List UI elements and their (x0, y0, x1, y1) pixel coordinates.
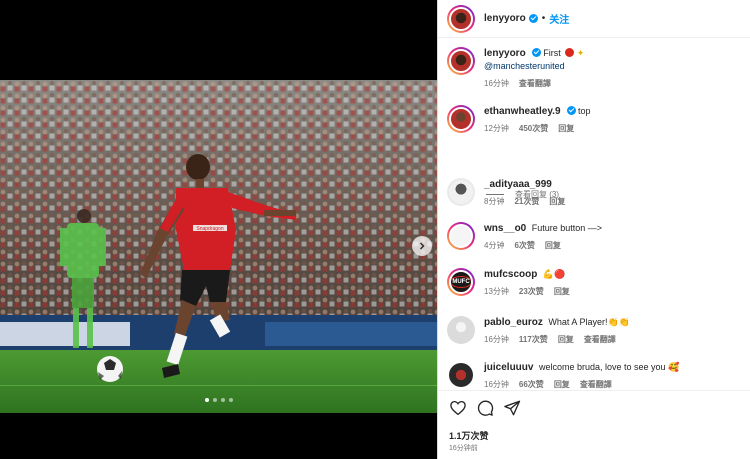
commenter-username[interactable]: _adityaaa_999 (484, 179, 552, 190)
comment-text: top (578, 106, 591, 116)
commenter-avatar[interactable]: MUFC (447, 268, 475, 296)
caption-mention[interactable]: @manchesterunited (484, 61, 565, 71)
post-details-panel: lenyyoro • 关注 lenyyoro First ✦ @manchest… (437, 0, 750, 459)
share-icon (504, 400, 521, 416)
comment-time[interactable]: 4分钟 (484, 240, 504, 251)
comment-translate[interactable]: 查看翻譯 (580, 379, 612, 390)
commenter-avatar[interactable] (447, 316, 475, 344)
comment-likes[interactable]: 117次赞 (519, 334, 548, 345)
comment-item: MUFC mufcscoop 💪🔴 13分钟 23次赞 回复 (447, 268, 743, 297)
red-circle-emoji (565, 48, 575, 57)
mufc-logo-text: MUFC (451, 276, 471, 288)
comment-item: wns__o0 Future button —> 4分钟 6次赞 回复 (447, 222, 743, 251)
comment-likes[interactable]: 450次赞 (519, 123, 548, 134)
comment-time[interactable]: 12分钟 (484, 123, 509, 134)
caption-text-line: lenyyoro First ✦ @manchesterunited (484, 47, 743, 73)
comment-likes[interactable]: 23次赞 (519, 286, 544, 297)
commenter-avatar[interactable] (447, 178, 475, 206)
caption-translate[interactable]: 查看翻譯 (519, 78, 551, 89)
reply-button[interactable]: 回复 (558, 334, 574, 345)
posted-time[interactable]: 16分钟前 (449, 443, 478, 453)
share-button[interactable] (503, 399, 521, 417)
carousel-dot (204, 398, 209, 402)
caption: lenyyoro First ✦ @manchesterunited 16分钟 … (447, 47, 743, 89)
reply-button[interactable]: 回复 (549, 196, 565, 207)
comment-item: juiceluuuv welcome bruda, love to see yo… (447, 361, 743, 390)
reply-button[interactable]: 回复 (558, 123, 574, 134)
comment-time[interactable]: 16分钟 (484, 334, 509, 345)
comment-item: pablo_euroz What A Player!👏👏 16分钟 117次赞 … (447, 316, 743, 345)
heart-icon (450, 400, 466, 416)
caption-avatar[interactable] (447, 47, 475, 75)
commenter-avatar[interactable] (447, 105, 475, 133)
likes-count[interactable]: 1.1万次赞 (449, 429, 489, 442)
comments-list[interactable]: lenyyoro First ✦ @manchesterunited 16分钟 … (438, 38, 750, 390)
post-header: lenyyoro • 关注 (438, 0, 750, 38)
carousel-indicator (0, 398, 437, 402)
commenter-avatar[interactable] (447, 361, 475, 389)
author-avatar[interactable] (447, 4, 475, 33)
commenter-avatar[interactable] (447, 222, 475, 250)
photo-illustration: Snapdragon (0, 80, 437, 413)
comment-text: Future button —> (531, 223, 603, 233)
carousel-next-button[interactable] (412, 236, 432, 256)
action-icon-row (449, 399, 521, 417)
comment-translate[interactable]: 查看翻譯 (584, 334, 616, 345)
comment-icon (477, 400, 494, 416)
jersey-sponsor-text: Snapdragon (196, 226, 223, 232)
commenter-username[interactable]: wns__o0 (484, 223, 526, 234)
caption-time[interactable]: 16分钟 (484, 78, 509, 89)
comment-text: welcome bruda, love to see you 🥰 (538, 362, 680, 372)
carousel-dot (220, 398, 225, 402)
separator: • (541, 13, 546, 24)
commenter-username[interactable]: mufcscoop (484, 269, 537, 280)
like-button[interactable] (449, 399, 467, 417)
comment-time[interactable]: 8分钟 (484, 196, 504, 207)
reply-button[interactable]: 回复 (554, 286, 570, 297)
carousel-dot (228, 398, 233, 402)
comment-time[interactable]: 16分钟 (484, 379, 509, 390)
sparkle-emoji: ✦ (576, 48, 585, 58)
caption-author[interactable]: lenyyoro (484, 48, 526, 59)
verified-badge-icon (528, 14, 538, 23)
comment-button[interactable] (476, 399, 494, 417)
comment-time[interactable]: 13分钟 (484, 286, 509, 297)
verified-badge-icon (531, 48, 541, 57)
author-username[interactable]: lenyyoro (484, 13, 526, 24)
commenter-username[interactable]: ethanwheatley.9 (484, 106, 561, 117)
carousel-dot (212, 398, 217, 402)
comment-likes[interactable]: 21次赞 (514, 196, 539, 207)
caption-text: First (543, 48, 561, 58)
comment-item: ethanwheatley.9 top 12分钟 450次赞 回复 (447, 105, 743, 134)
comment-likes[interactable]: 66次赞 (519, 379, 544, 390)
media-panel: Snapdragon (0, 0, 437, 459)
post-actions: 1.1万次赞 16分钟前 (438, 390, 750, 459)
reply-button[interactable]: 回复 (545, 240, 561, 251)
football (97, 356, 123, 382)
comment-text: 💪🔴 (542, 269, 566, 279)
verified-badge-icon (566, 106, 576, 115)
post-photo[interactable]: Snapdragon (0, 80, 437, 413)
reply-button[interactable]: 回复 (554, 379, 570, 390)
commenter-username[interactable]: juiceluuuv (484, 362, 533, 373)
commenter-username[interactable]: pablo_euroz (484, 317, 543, 328)
comment-likes[interactable]: 6次赞 (514, 240, 534, 251)
follow-button[interactable]: 关注 (549, 11, 569, 26)
chevron-right-icon (420, 242, 425, 250)
comment-text: What A Player!👏👏 (548, 317, 630, 327)
comment-item: _adityaaa_999 8分钟 21次赞 回复 (447, 178, 743, 207)
